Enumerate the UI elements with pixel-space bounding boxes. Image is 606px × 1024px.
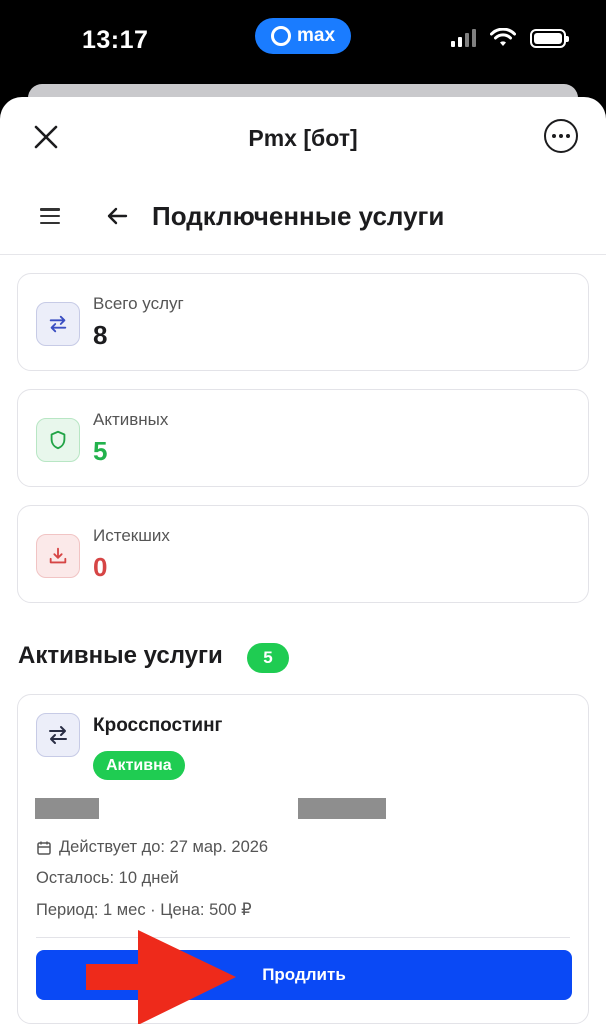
bot-sheet: Pmx [бот] Подключенные услуги Всего услу… xyxy=(0,97,606,1024)
shield-icon xyxy=(36,418,80,462)
more-options-button[interactable] xyxy=(544,119,578,153)
service-name: Кросспостинг xyxy=(93,715,223,736)
valid-until-text: Действует до: 27 мар. 2026 xyxy=(59,838,269,856)
stat-value: 0 xyxy=(93,552,108,582)
wifi-icon xyxy=(490,28,516,46)
max-logo-icon xyxy=(270,26,291,46)
extend-button[interactable]: Продлить xyxy=(36,950,572,1000)
sheet-title: Pmx [бот] xyxy=(248,125,358,151)
active-services-title: Активные услуги xyxy=(18,642,223,669)
stat-label: Истекших xyxy=(93,526,170,545)
app-name: max xyxy=(296,25,336,46)
download-tray-icon xyxy=(36,534,80,578)
stat-label: Всего услуг xyxy=(93,294,184,313)
stat-card-total: Всего услуг 8 xyxy=(17,273,589,371)
active-count-badge: 5 xyxy=(247,643,289,673)
page-header: Подключенные услуги xyxy=(0,179,606,255)
swap-arrows-icon xyxy=(36,713,80,757)
back-arrow-icon[interactable] xyxy=(104,203,130,229)
stat-card-active: Активных 5 xyxy=(17,389,589,487)
hamburger-icon xyxy=(40,208,60,211)
battery-icon xyxy=(530,28,569,48)
cellular-signal-icon xyxy=(451,29,476,47)
service-card: Кросспостинг Активна Действует до: 27 ма… xyxy=(17,694,589,1024)
stat-value: 5 xyxy=(93,436,108,466)
stat-card-expired: Истекших 0 xyxy=(17,505,589,603)
valid-until-line: Действует до: 27 мар. 2026 xyxy=(36,838,268,857)
calendar-icon xyxy=(37,841,51,855)
sheet-header: Pmx [бот] xyxy=(0,97,606,179)
status-time: 13:17 xyxy=(82,26,149,54)
remaining-text: Осталось: 10 дней xyxy=(36,869,179,887)
redacted-block xyxy=(35,798,99,819)
swap-arrows-icon xyxy=(36,302,80,346)
page-title: Подключенные услуги xyxy=(152,201,445,231)
period-price-text: Период: 1 мес · Цена: 500 ₽ xyxy=(36,901,252,919)
menu-button[interactable] xyxy=(38,205,62,227)
status-bar: 13:17 max xyxy=(0,0,606,84)
more-dots-icon xyxy=(552,134,556,138)
status-icons xyxy=(451,28,569,48)
app-indicator-pill[interactable]: max xyxy=(255,18,351,54)
divider xyxy=(36,937,570,938)
stat-value: 8 xyxy=(93,320,108,350)
stat-label: Активных xyxy=(93,410,169,429)
service-status-badge: Активна xyxy=(93,751,185,780)
redacted-block xyxy=(298,798,386,819)
